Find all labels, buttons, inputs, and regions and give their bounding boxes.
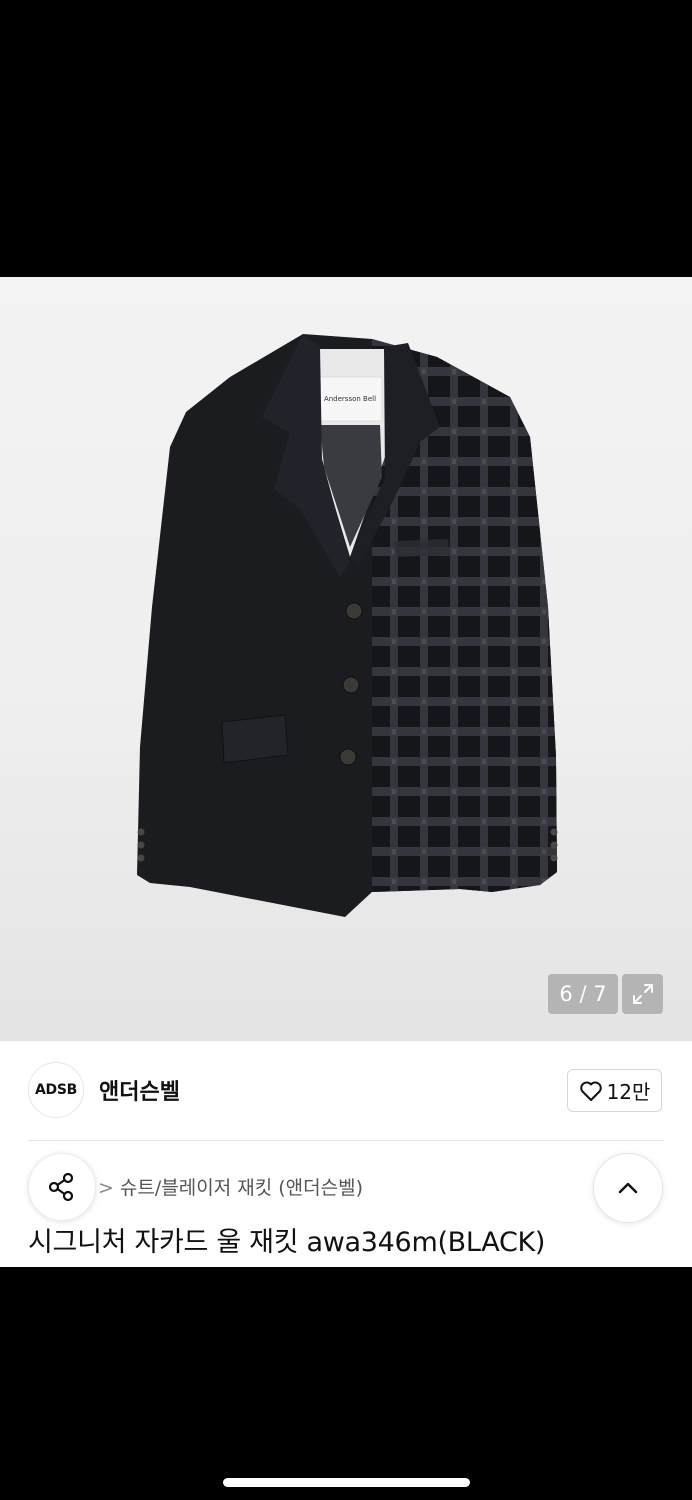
- product-image-gallery[interactable]: Andersson Bell 6 / 7: [0, 277, 692, 1041]
- brand-name[interactable]: 앤더슨벨: [99, 1074, 180, 1106]
- product-title: 시그니처 자카드 울 재킷 awa346m(BLACK): [28, 1227, 546, 1258]
- product-image-jacket: Andersson Bell: [137, 334, 558, 917]
- brand-logo[interactable]: ADSB: [28, 1062, 84, 1118]
- svg-text:Andersson Bell: Andersson Bell: [324, 395, 376, 403]
- expand-button[interactable]: [622, 974, 663, 1014]
- breadcrumb-category[interactable]: 슈트/블레이저 재킷 (앤더슨벨): [120, 1177, 363, 1199]
- chevron-up-icon: [618, 1182, 638, 1194]
- like-button[interactable]: 12만: [567, 1069, 662, 1112]
- heart-icon: [579, 1081, 602, 1101]
- brand-row: ADSB 앤더슨벨 12만: [0, 1041, 692, 1140]
- share-icon: [48, 1172, 74, 1202]
- product-info-panel: ADSB 앤더슨벨 12만 > 슈트/블레이저 재킷 (앤더슨벨) 시그니처 자카…: [0, 1041, 692, 1267]
- breadcrumb[interactable]: > 슈트/블레이저 재킷 (앤더슨벨): [98, 1173, 363, 1200]
- breadcrumb-separator: >: [98, 1177, 114, 1199]
- image-counter: 6 / 7: [548, 974, 618, 1014]
- expand-icon: [632, 984, 653, 1004]
- home-indicator[interactable]: [223, 1478, 470, 1487]
- like-count: 12만: [606, 1080, 651, 1104]
- scroll-top-button[interactable]: [593, 1153, 663, 1223]
- share-button[interactable]: [28, 1153, 96, 1221]
- divider: [28, 1140, 664, 1141]
